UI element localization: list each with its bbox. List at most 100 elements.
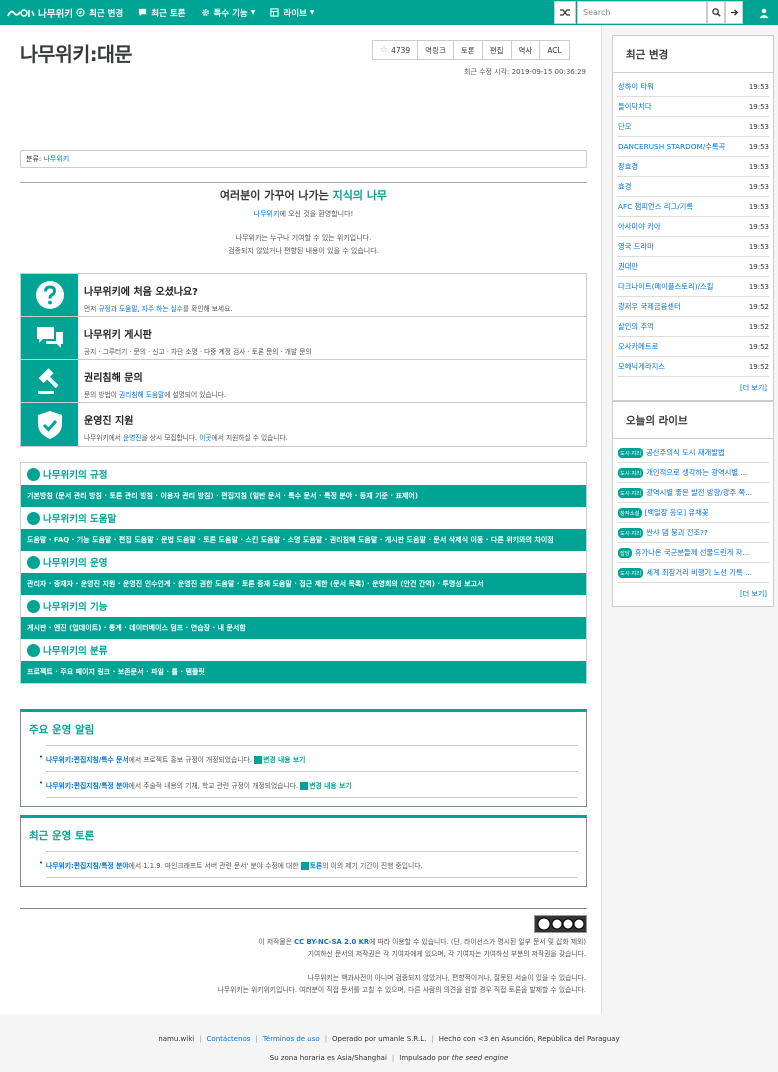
live-item[interactable]: 도시·지리 개인적으로 생각하는 광역시별 ... xyxy=(617,463,769,483)
recent-change-title[interactable]: 다크나이트(메이플스토리)/스킬 xyxy=(618,282,713,292)
cc-license-link[interactable]: CC BY-NC-SA 2.0 KR xyxy=(294,938,369,946)
star-button[interactable]: ☆ 4739 xyxy=(372,40,419,60)
discussion-box: 최근 운영 토론 나무위키:편집지침/특정 분야에서 1.1.9. 마인크래프트… xyxy=(20,815,587,887)
features-links[interactable]: 게시판 · 엔진 (업데이트) · 통계 · 데이터베이스 덤프 · 연습장 ·… xyxy=(21,617,586,639)
help-link[interactable]: 도움말, 자주 하는 실수 xyxy=(119,305,183,313)
recent-change-title[interactable]: 광저우 국제금융센터 xyxy=(618,302,681,312)
cc-by-nc-sa-icon xyxy=(537,917,584,931)
info-title: 나무위키 게시판 xyxy=(84,330,152,341)
recent-change-title[interactable]: 효경 xyxy=(618,182,631,192)
recent-change-item[interactable]: 장효경 19:53 xyxy=(617,157,769,177)
live-item-title[interactable]: 세계 최장거리 비행기 노선 기록 ... xyxy=(646,568,752,578)
recent-change-item[interactable]: 오사카메트로 19:52 xyxy=(617,337,769,357)
live-item-title[interactable]: [백일장 응모] 유채꽃 xyxy=(645,508,709,518)
history-button[interactable]: 역사 xyxy=(510,40,541,60)
rules-link[interactable]: 규정 xyxy=(98,305,110,313)
category-box: 분류: 나무위키 xyxy=(20,150,587,168)
edit-button[interactable]: 편집 xyxy=(481,40,512,60)
nav-special-functions[interactable]: 특수 기능 ▼ xyxy=(201,7,255,19)
recent-change-title[interactable]: DANCERUSH STARDOM/수록곡 xyxy=(618,142,725,152)
recent-change-item[interactable]: 상하이 타워 19:53 xyxy=(617,77,769,97)
recent-change-title[interactable]: 권대만 xyxy=(618,262,638,272)
recent-change-item[interactable]: 다크나이트(메이플스토리)/스킬 19:53 xyxy=(617,277,769,297)
recent-change-title[interactable]: 영국 드라마 xyxy=(618,242,654,252)
live-item-title[interactable]: 개인적으로 생각하는 광역시별 ... xyxy=(646,468,747,478)
recent-change-item[interactable]: 들이닥치다 19:53 xyxy=(617,97,769,117)
recent-change-item[interactable]: 광저우 국제금융센터 19:52 xyxy=(617,297,769,317)
recent-more-link[interactable]: [더 보기] xyxy=(613,377,773,400)
categories-links[interactable]: 프로젝트 · 주요 페이지 링크 · 보존문서 · 파일 · 틀 · 템플릿 xyxy=(21,661,586,683)
discussion-list: 나무위키:편집지침/특정 분야에서 1.1.9. 마인크래프트 서버 관련 문서… xyxy=(21,851,586,886)
rights-help-link[interactable]: 권리침해 도움말 xyxy=(119,391,164,399)
staff-link[interactable]: 운영진 xyxy=(123,434,141,442)
live-item-title[interactable]: 휴가나온 국군분들께 선물드린게 자... xyxy=(635,548,750,558)
live-item[interactable]: 도시·지리 싼샤 댐 붕괴 전조?? xyxy=(617,523,769,543)
live-more-link[interactable]: [더 보기] xyxy=(613,583,773,606)
category-link[interactable]: 나무위키 xyxy=(43,155,69,163)
recent-change-item[interactable]: DANCERUSH STARDOM/수록곡 19:53 xyxy=(617,137,769,157)
nav-label: 최근 토론 xyxy=(151,8,186,19)
nav-label: 특수 기능 xyxy=(213,8,248,19)
recent-change-item[interactable]: 살인의 추억 19:52 xyxy=(617,317,769,337)
live-item[interactable]: 도시·지리 광역시별 좋은 발전 방향/광주 쪽... xyxy=(617,483,769,503)
discussion-link[interactable]: 토론 xyxy=(310,862,323,870)
live-item-title[interactable]: 공산주의식 도시 재개발법 xyxy=(646,448,724,458)
live-item-title[interactable]: 싼샤 댐 붕괴 전조?? xyxy=(646,528,708,538)
nav-live[interactable]: 라이브 ▼ xyxy=(270,7,314,19)
search-input[interactable] xyxy=(577,1,707,24)
recent-change-title[interactable]: 모헤닉게라지스 xyxy=(618,362,665,372)
recent-change-title[interactable]: 들이닥치다 xyxy=(618,102,652,112)
discussion-doc-link[interactable]: 나무위키:편집지침/특정 분야 xyxy=(46,862,129,870)
welcome-title-text: 여러분이 가꾸어 나가는 xyxy=(219,189,333,202)
recent-change-title[interactable]: 아사미야 키아 xyxy=(618,222,661,232)
recent-change-item[interactable]: 효경 19:53 xyxy=(617,177,769,197)
terms-link[interactable]: Términos de uso xyxy=(263,1035,320,1043)
live-item[interactable]: 창작소설 [백일장 응모] 유채꽃 xyxy=(617,503,769,523)
nav-recent-changes[interactable]: 최근 변경 xyxy=(76,7,123,19)
rules-heading: 나무위키의 규정 xyxy=(21,463,586,485)
live-item[interactable]: 잡담 휴가나온 국군분들께 선물드린게 자... xyxy=(617,543,769,563)
search-button[interactable] xyxy=(707,1,725,24)
intro-line: 검증되지 않았거나 편향된 내용이 있을 수 있습니다. xyxy=(228,247,379,255)
recent-change-time: 19:53 xyxy=(748,162,769,171)
recent-change-item[interactable]: AFC 챔피언스 리그/기록 19:53 xyxy=(617,197,769,217)
brand-logo-link[interactable]: 나무위키 xyxy=(0,6,76,20)
operation-links[interactable]: 관리자 · 중재자 · 운영진 지원 · 운영진 인수인계 · 운영진 권한 도… xyxy=(21,573,586,595)
rules-links[interactable]: 기본방침 (문서 관리 방침 · 토론 관리 방침 · 이용자 관리 방침) ·… xyxy=(21,485,586,507)
board-links[interactable]: 공지 · 그루터기 · 문의 · 신고 · 차단 소명 · 다중 계정 검사 ·… xyxy=(84,346,312,356)
contact-link[interactable]: Contáctenos xyxy=(207,1035,251,1043)
features-heading-text: 나무위키의 기능 xyxy=(43,602,108,613)
operation-heading: 나무위키의 운영 xyxy=(21,551,586,573)
random-page-button[interactable] xyxy=(554,1,576,24)
recent-change-title[interactable]: 상하이 타워 xyxy=(618,82,654,92)
backlinks-button[interactable]: 역링크 xyxy=(417,40,454,60)
recent-change-item[interactable]: 아사미야 키아 19:53 xyxy=(617,217,769,237)
recent-change-title[interactable]: 단오 xyxy=(618,122,631,132)
live-item[interactable]: 도시·지리 공산주의식 도시 재개발법 xyxy=(617,443,769,463)
recent-change-title[interactable]: AFC 챔피언스 리그/기록 xyxy=(618,202,693,212)
recent-change-item[interactable]: 모헤닉게라지스 19:52 xyxy=(617,357,769,377)
user-menu-button[interactable] xyxy=(750,0,778,25)
recent-change-item[interactable]: 단오 19:53 xyxy=(617,117,769,137)
notice-doc-link[interactable]: 나무위키:편집지침/특수 문서 xyxy=(46,756,129,764)
recent-change-item[interactable]: 영국 드라마 19:53 xyxy=(617,237,769,257)
help-links[interactable]: 도움말 · FAQ · 기능 도움말 · 편집 도움말 · 문법 도움말 · 토… xyxy=(21,529,586,551)
go-button[interactable] xyxy=(725,1,743,24)
nav-recent-discussions[interactable]: 최근 토론 xyxy=(138,7,186,19)
discussion-button[interactable]: 토론 xyxy=(452,40,483,60)
recent-change-item[interactable]: 권대만 19:53 xyxy=(617,257,769,277)
recent-change-title[interactable]: 살인의 추억 xyxy=(618,322,654,332)
recent-change-title[interactable]: 오사카메트로 xyxy=(618,342,658,352)
recent-change-title[interactable]: 장효경 xyxy=(618,162,638,172)
namuwiki-link[interactable]: 나무위키 xyxy=(254,210,280,218)
diff-link[interactable]: 변경 내용 보기 xyxy=(309,782,351,790)
acl-button[interactable]: ACL xyxy=(539,40,570,60)
live-item[interactable]: 도시·지리 세계 최장거리 비행기 노선 기록 ... xyxy=(617,563,769,583)
info-text: 나무위키에 처음 오셨나요? 먼저 규정과 도움말, 자주 하는 실수를 확인해… xyxy=(78,274,238,316)
apply-link[interactable]: 이곳 xyxy=(199,434,211,442)
live-item-title[interactable]: 광역시별 좋은 발전 방향/광주 쪽... xyxy=(646,488,752,498)
cc-license-badge[interactable] xyxy=(534,915,587,933)
notice-doc-link[interactable]: 나무위키:편집지침/특정 분야 xyxy=(46,782,129,790)
diff-link[interactable]: 변경 내용 보기 xyxy=(263,756,305,764)
caret-down-icon: ▼ xyxy=(309,9,315,16)
